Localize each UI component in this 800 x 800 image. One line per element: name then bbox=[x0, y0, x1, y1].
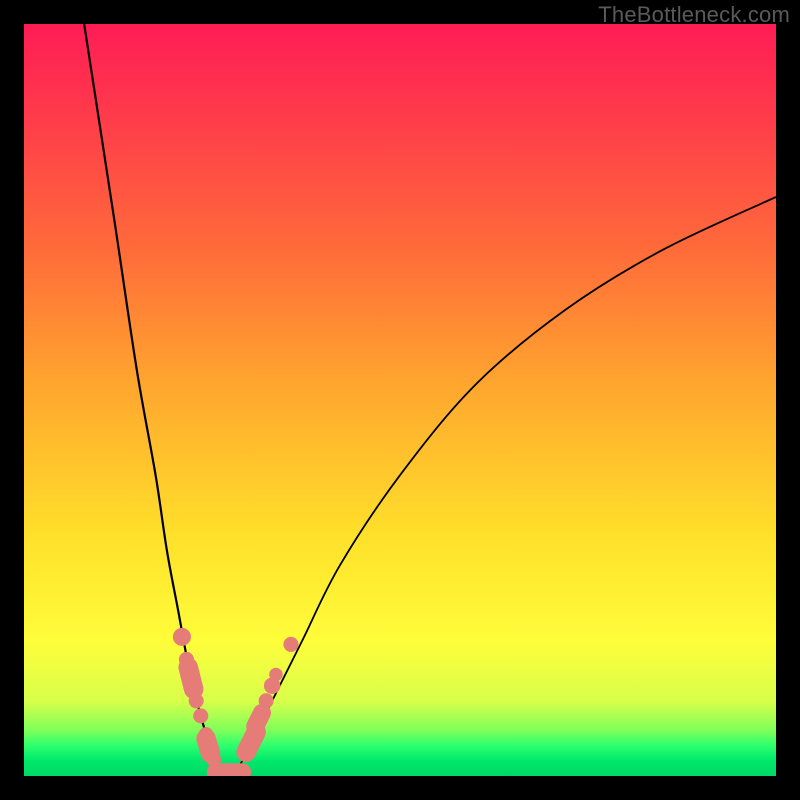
bead-pill bbox=[206, 739, 210, 753]
left-curve bbox=[84, 24, 219, 776]
curves-layer bbox=[24, 24, 776, 776]
plot-area bbox=[24, 24, 776, 776]
chart-frame: TheBottleneck.com bbox=[0, 0, 800, 800]
right-curve bbox=[235, 197, 776, 776]
bead-marker bbox=[269, 668, 283, 682]
bead-marker bbox=[193, 708, 208, 723]
highlight-beads bbox=[173, 628, 299, 772]
bead-marker bbox=[259, 693, 274, 708]
bead-marker bbox=[283, 637, 298, 652]
bead-pill bbox=[255, 713, 262, 726]
bead-marker bbox=[189, 693, 204, 708]
bead-marker bbox=[173, 628, 191, 646]
bead-pill bbox=[188, 667, 193, 689]
